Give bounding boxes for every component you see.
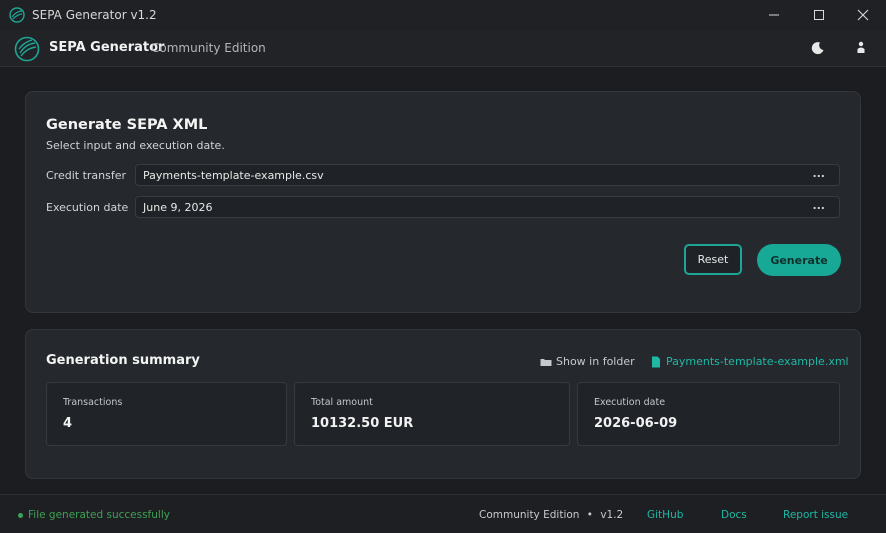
summary-title: Generation summary xyxy=(46,353,200,368)
total-amount-label: Total amount xyxy=(311,397,373,408)
footer-version: v1.2 xyxy=(600,509,624,521)
execution-date-stat-value: 2026-06-09 xyxy=(594,416,678,431)
output-file-link[interactable]: Payments-template-example.xml xyxy=(651,355,849,368)
reset-button[interactable]: Reset xyxy=(684,244,742,275)
generate-title: Generate SEPA XML xyxy=(46,117,208,133)
credit-transfer-label: Credit transfer xyxy=(46,169,127,182)
status-message: File generated successfully xyxy=(18,509,170,521)
status-dot-icon xyxy=(18,512,23,518)
app-logo-icon xyxy=(9,7,25,23)
credit-transfer-value: Payments-template-example.csv xyxy=(143,169,324,182)
footer-edition-label: Community Edition xyxy=(479,509,580,521)
window-titlebar: SEPA Generator v1.2 xyxy=(0,0,886,30)
execution-date-label: Execution date xyxy=(46,201,129,214)
total-amount-stat: Total amount 10132.50 EUR xyxy=(294,382,570,446)
close-icon xyxy=(857,9,869,21)
transactions-label: Transactions xyxy=(63,397,123,408)
credit-transfer-field[interactable]: Payments-template-example.csv ... xyxy=(135,164,840,186)
footer-edition: Community Edition • v1.2 xyxy=(479,509,623,521)
execution-date-value: June 9, 2026 xyxy=(143,201,213,214)
status-text: File generated successfully xyxy=(28,509,170,521)
report-issue-link[interactable]: Report issue xyxy=(783,509,848,521)
maximize-button[interactable] xyxy=(796,0,842,30)
minimize-button[interactable] xyxy=(751,0,797,30)
app-header: SEPA Generator Community Edition xyxy=(0,30,886,67)
generate-button[interactable]: Generate xyxy=(757,244,841,276)
show-in-folder-link[interactable]: Show in folder xyxy=(540,355,635,368)
github-link[interactable]: GitHub xyxy=(647,509,683,521)
brand-logo-icon xyxy=(14,36,40,62)
transactions-value: 4 xyxy=(63,416,73,431)
total-amount-value: 10132.50 EUR xyxy=(311,416,414,431)
close-button[interactable] xyxy=(840,0,886,30)
execution-date-field[interactable]: June 9, 2026 ... xyxy=(135,196,840,218)
status-footer: File generated successfully Community Ed… xyxy=(0,494,886,533)
transactions-stat: Transactions 4 xyxy=(46,382,287,446)
brand-name: SEPA Generator xyxy=(49,40,165,55)
folder-icon xyxy=(540,358,552,366)
footer-separator: • xyxy=(586,509,593,521)
user-icon[interactable] xyxy=(853,40,869,56)
execution-date-stat-label: Execution date xyxy=(594,397,666,408)
credit-transfer-browse-button[interactable]: ... xyxy=(812,167,825,180)
edition-label: Community Edition xyxy=(151,41,266,55)
show-in-folder-label: Show in folder xyxy=(556,355,635,368)
summary-card: Generation summary Show in folder Paymen… xyxy=(25,329,861,479)
dark-mode-moon-icon[interactable] xyxy=(810,40,826,56)
file-icon xyxy=(652,356,660,367)
minimize-icon xyxy=(769,14,779,16)
docs-link[interactable]: Docs xyxy=(721,509,747,521)
maximize-icon xyxy=(814,10,824,20)
output-file-name: Payments-template-example.xml xyxy=(666,355,849,368)
execution-date-picker-button[interactable]: ... xyxy=(812,199,825,212)
execution-date-stat: Execution date 2026-06-09 xyxy=(577,382,840,446)
generate-subtitle: Select input and execution date. xyxy=(46,139,225,152)
generate-card: Generate SEPA XML Select input and execu… xyxy=(25,91,861,313)
window-title: SEPA Generator v1.2 xyxy=(32,8,157,22)
